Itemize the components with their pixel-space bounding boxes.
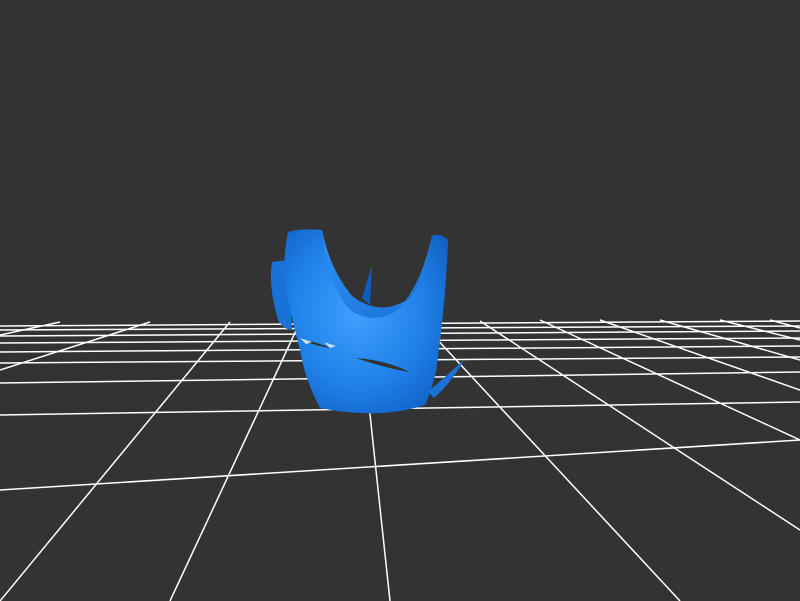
3d-scene-canvas[interactable] [0,0,800,601]
grid-line [0,321,231,601]
3d-model[interactable] [270,229,464,414]
grid-line [0,321,61,336]
grid-line [479,320,800,531]
model-spike [362,265,372,305]
grid-line [169,321,301,601]
model-body [284,229,448,414]
grid-line [719,319,800,341]
grid-line [0,439,800,491]
3d-viewport[interactable] [0,0,800,601]
